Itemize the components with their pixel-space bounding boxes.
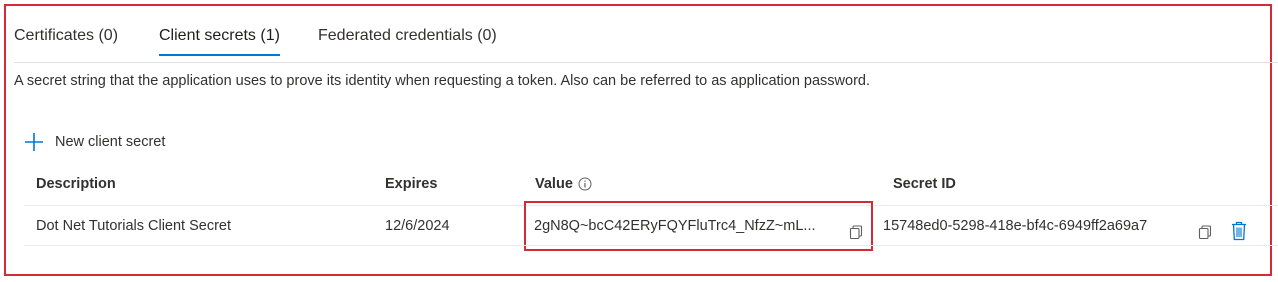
copy-secret-id-icon[interactable] bbox=[1198, 225, 1212, 239]
column-header-expires: Expires bbox=[385, 176, 438, 192]
table-row-divider bbox=[24, 245, 1278, 246]
secret-id: 15748ed0-5298-418e-bf4c-6949ff2a69a7 bbox=[883, 218, 1148, 234]
tab-certificates[interactable]: Certificates (0) bbox=[14, 18, 118, 54]
tab-federated-credentials[interactable]: Federated credentials (0) bbox=[318, 18, 497, 54]
tab-divider bbox=[14, 62, 1278, 63]
column-header-value: Value bbox=[535, 176, 592, 192]
new-client-secret-label: New client secret bbox=[55, 134, 166, 150]
trash-icon[interactable] bbox=[1231, 221, 1247, 241]
info-icon[interactable] bbox=[578, 177, 592, 191]
secret-expires: 12/6/2024 bbox=[385, 218, 450, 234]
column-header-secret-id: Secret ID bbox=[893, 176, 956, 192]
tab-client-secrets[interactable]: Client secrets (1) bbox=[159, 18, 280, 56]
column-header-description: Description bbox=[36, 176, 116, 192]
copy-value-icon[interactable] bbox=[849, 225, 863, 239]
new-client-secret-button[interactable]: New client secret bbox=[24, 130, 165, 154]
secret-value: 2gN8Q~bcC42ERyFQYFluTrc4_NfzZ~mL... bbox=[534, 218, 816, 234]
plus-icon bbox=[25, 133, 43, 151]
section-description: A secret string that the application use… bbox=[14, 73, 870, 89]
secret-description: Dot Net Tutorials Client Secret bbox=[36, 218, 232, 234]
